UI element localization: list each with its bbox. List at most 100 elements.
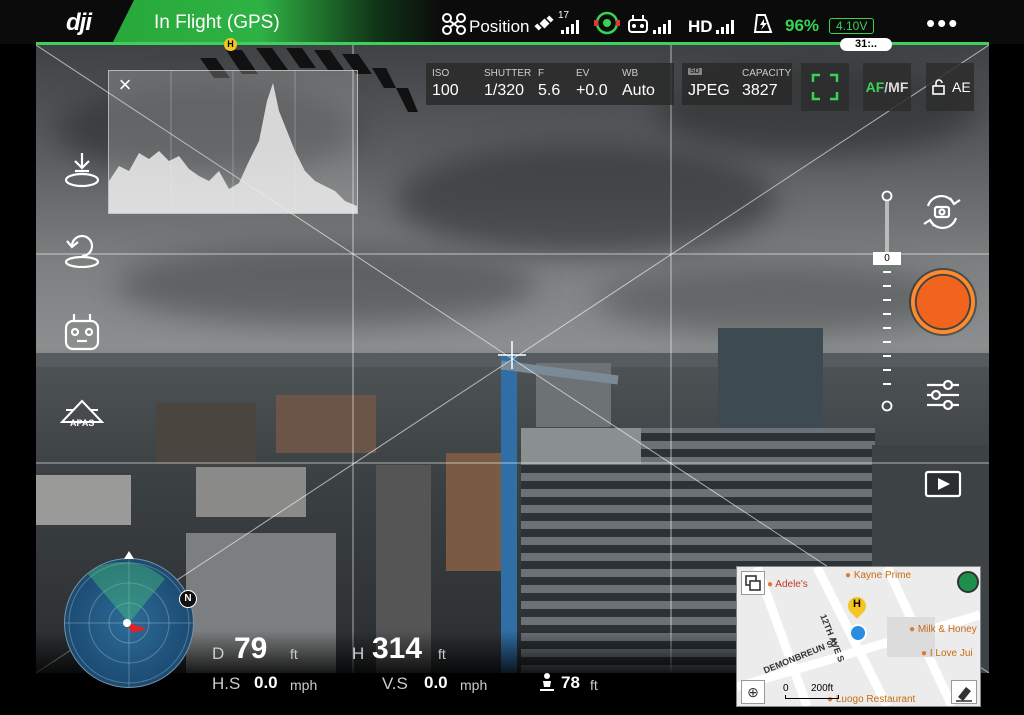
close-histogram-button[interactable]: × — [110, 72, 140, 98]
obstacle-sensor-icon[interactable] — [594, 10, 620, 36]
focus-mode-button[interactable] — [801, 63, 849, 111]
satellite-icon — [534, 15, 554, 31]
capacity-value: 3827 — [742, 82, 778, 99]
camera-settings-icon[interactable] — [924, 378, 962, 412]
poi-luogo: ● Luogo Restaurant — [827, 694, 915, 705]
focus-frame-icon — [811, 73, 839, 101]
iso-label: ISO — [432, 68, 450, 79]
vps-height-value: 78 — [561, 673, 580, 692]
ae-lock-button[interactable]: AE — [926, 63, 974, 111]
poi-label: Luogo Restaurant — [835, 694, 916, 705]
poi-adeles: ● Adele's — [767, 579, 808, 590]
minimap[interactable]: ● Adele's ● Kayne Prime ● Milk & Honey ●… — [736, 566, 981, 707]
map-layers-button[interactable] — [741, 571, 765, 595]
zoom-slider[interactable] — [878, 190, 898, 412]
eraser-icon — [956, 687, 972, 702]
return-home-icon[interactable] — [62, 230, 102, 270]
poi-label: I Love Jui — [929, 648, 973, 659]
poi-kayne-prime: ● Kayne Prime — [845, 570, 911, 581]
battery-voltage: 4.10V — [829, 18, 875, 34]
radar-compass[interactable] — [64, 558, 194, 688]
capacity-label: CAPACITY — [742, 68, 792, 79]
file-format: JPEG — [688, 82, 730, 99]
sd-card-icon: SD — [688, 68, 702, 75]
af-mf-button[interactable]: AF/MF — [863, 63, 911, 111]
poi-marker-icon: ● — [921, 648, 928, 659]
north-indicator: N — [179, 590, 197, 608]
apas-label: APAS — [70, 418, 95, 428]
poi-marker-icon: ● — [845, 570, 852, 581]
heading-marker-icon — [124, 551, 134, 559]
camera-parameters-panel[interactable]: ISO 100 SHUTTER 1/320 F 5.6 EV +0.0 WB A… — [426, 63, 674, 105]
zoom-track — [881, 190, 893, 412]
histogram-panel[interactable] — [108, 70, 358, 214]
apas-icon — [59, 399, 105, 423]
playback-icon[interactable] — [924, 470, 962, 498]
flight-status-text[interactable]: In Flight (GPS) — [154, 12, 280, 34]
drone-icon — [442, 13, 466, 35]
home-marker-icon: H — [224, 38, 237, 51]
horizontal-speed-value: 0.0 — [254, 673, 278, 692]
shutter-label: SHUTTER — [484, 68, 532, 79]
aperture-label: F — [538, 68, 545, 79]
vertical-speed-label: V.S — [382, 674, 408, 693]
zoom-map-icon[interactable]: ⊕ — [741, 680, 765, 704]
horizontal-speed-unit: mph — [290, 677, 318, 693]
poi-label: Milk & Honey — [917, 624, 977, 635]
wb-label: WB — [622, 68, 639, 79]
dji-logo[interactable]: dji — [66, 9, 92, 37]
vertical-speed-unit: mph — [460, 677, 488, 693]
scale-zero-label: 0 — [783, 683, 789, 694]
height-unit: ft — [438, 646, 446, 662]
remote-signal-icon — [628, 15, 648, 33]
horizontal-speed-label: H.S — [212, 674, 241, 693]
home-point-label: H — [853, 598, 861, 610]
radar-graphic — [65, 559, 193, 687]
flight-mode[interactable]: Position — [469, 17, 529, 37]
poi-label: Adele's — [775, 579, 808, 590]
gps-signal-bars — [561, 20, 579, 34]
wb-value: Auto — [622, 82, 655, 99]
poi-marker-icon: ● — [909, 624, 916, 635]
poi-marker-icon: ● — [767, 579, 774, 590]
height-label: H — [352, 644, 365, 663]
ev-value: +0.0 — [576, 82, 608, 99]
shutter-button[interactable] — [909, 268, 977, 336]
vps-height-unit: ft — [590, 677, 598, 693]
rc-signal-bars — [653, 20, 671, 34]
poi-i-love-jui: ● I Love Jui — [921, 648, 973, 659]
vision-positioning-icon — [540, 673, 554, 691]
poi-label: Kayne Prime — [853, 570, 912, 581]
video-link-label: HD — [688, 17, 713, 36]
poi-milk-honey: ● Milk & Honey — [909, 624, 977, 635]
clear-path-button[interactable] — [951, 680, 977, 704]
map-scale-label: 200ft — [811, 683, 834, 694]
remote-controller-icon[interactable] — [62, 312, 102, 352]
aperture-value: 5.6 — [538, 82, 561, 99]
scale-bar — [785, 695, 839, 699]
ae-label: AE — [952, 79, 971, 95]
storage-panel[interactable]: SD JPEG CAPACITY 3827 — [682, 63, 792, 105]
battery-icon — [753, 14, 773, 33]
vertical-speed-value: 0.0 — [424, 673, 448, 692]
zoom-value: 0 — [873, 252, 901, 265]
histogram-graph — [109, 71, 357, 213]
ev-label: EV — [576, 68, 590, 79]
unlock-icon — [932, 79, 945, 95]
shutter-value: 1/320 — [484, 82, 525, 99]
height-value: 314 — [372, 632, 423, 665]
battery-percent: 96% — [785, 16, 820, 35]
aircraft-location-icon — [849, 624, 867, 642]
af-label: AF — [865, 79, 885, 95]
remaining-flight-time: 31:.. — [840, 38, 892, 51]
map-center-button[interactable] — [957, 571, 979, 593]
mf-label: MF — [888, 79, 909, 95]
more-menu-icon[interactable]: ••• — [926, 8, 959, 39]
distance-label: D — [212, 644, 225, 663]
camera-switch-icon[interactable] — [920, 192, 964, 232]
apas-button[interactable]: APAS — [58, 398, 106, 434]
distance-unit: ft — [290, 646, 298, 662]
video-signal-bars — [716, 20, 734, 34]
layers-icon — [745, 575, 761, 591]
takeoff-icon[interactable] — [62, 150, 102, 190]
